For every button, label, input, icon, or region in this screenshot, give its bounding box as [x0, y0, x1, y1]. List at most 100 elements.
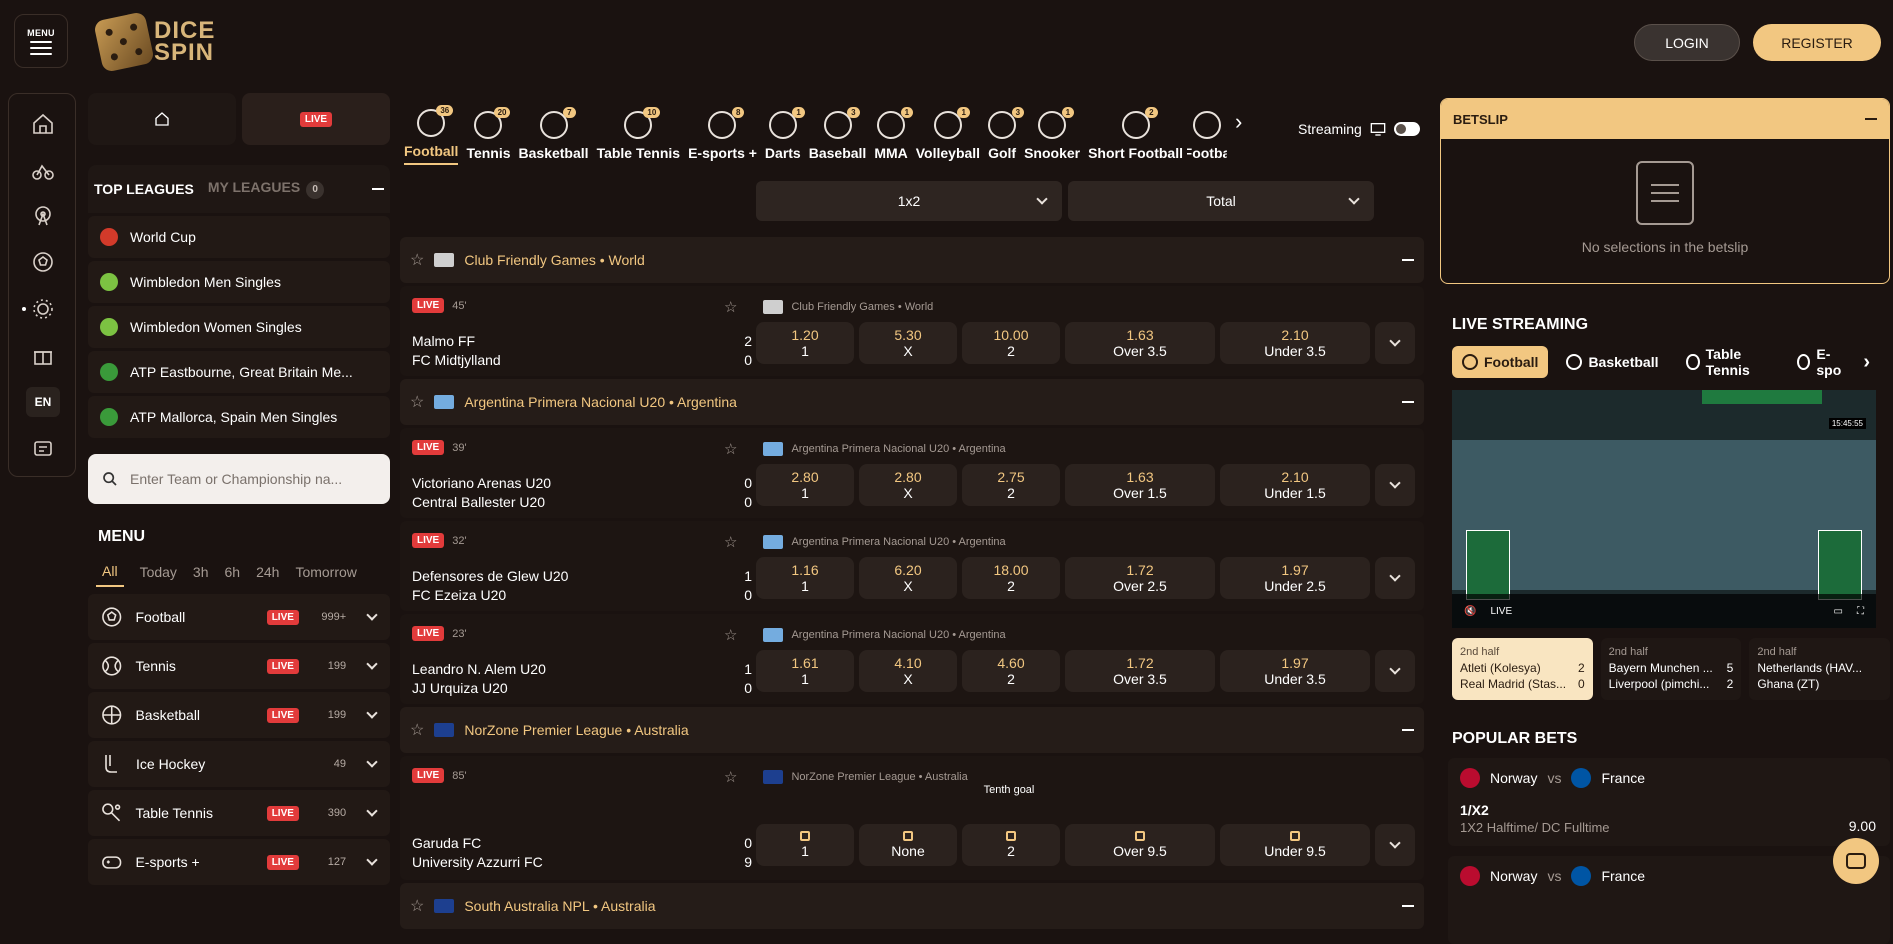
toggle-switch[interactable]: [1393, 122, 1420, 136]
league-group-header[interactable]: ☆ Club Friendly Games • World: [400, 237, 1424, 283]
sport-tab[interactable]: 10 Table Tennis: [593, 93, 685, 165]
home-tab[interactable]: [88, 93, 236, 145]
chat-button[interactable]: [1833, 838, 1879, 884]
top-league-item[interactable]: ATP Eastbourne, Great Britain Me...: [88, 351, 390, 393]
search-input[interactable]: [130, 471, 350, 487]
star-icon[interactable]: ☆: [410, 392, 424, 412]
odds-button[interactable]: 6.20 X: [859, 557, 957, 599]
odds-button[interactable]: 1.61 1: [756, 650, 854, 692]
sport-tab[interactable]: 8 E-sports +: [684, 93, 761, 165]
bet-odds[interactable]: 9.00: [1849, 818, 1876, 834]
star-icon[interactable]: ☆: [410, 896, 424, 916]
chat-support-icon[interactable]: [9, 432, 77, 468]
chevron-right-icon[interactable]: ›: [1863, 351, 1870, 374]
odds-button[interactable]: 2.80 X: [859, 464, 957, 506]
live-video-player[interactable]: 15:45:55 🔇 LIVE ▭ ⛶: [1452, 390, 1876, 628]
sun-icon[interactable]: [9, 291, 77, 327]
league-group-header[interactable]: ☆ Argentina Primera Nacional U20 • Argent…: [400, 379, 1424, 425]
betslip-header[interactable]: BETSLIP: [1441, 99, 1889, 139]
odds-button[interactable]: 1: [756, 824, 854, 866]
time-tab[interactable]: Today: [140, 564, 177, 580]
chevron-down-icon[interactable]: [366, 756, 378, 768]
menu-button[interactable]: MENU: [14, 14, 68, 68]
sport-menu-item[interactable]: Tennis LIVE 199: [88, 643, 390, 689]
mute-icon[interactable]: 🔇: [1464, 606, 1476, 617]
match-row[interactable]: LIVE 23' ☆ Argentina Primera Nacional U20 •…: [400, 614, 1424, 704]
stream-sport-tab[interactable]: Table Tennis: [1676, 346, 1779, 378]
star-icon[interactable]: ☆: [410, 250, 424, 270]
more-markets-button[interactable]: [1375, 650, 1415, 692]
market-select-total[interactable]: Total: [1068, 181, 1374, 221]
ferris-wheel-icon[interactable]: [9, 198, 77, 234]
stream-sport-tab[interactable]: Basketball: [1556, 346, 1668, 378]
chevron-down-icon[interactable]: [366, 805, 378, 817]
more-markets-button[interactable]: [1375, 464, 1415, 506]
odds-button[interactable]: None: [859, 824, 957, 866]
collapse-icon[interactable]: [1402, 401, 1414, 403]
stream-sport-tab[interactable]: Football: [1452, 346, 1549, 378]
more-markets-button[interactable]: [1375, 322, 1415, 364]
sport-tab[interactable]: Footba: [1187, 93, 1227, 165]
streaming-toggle[interactable]: Streaming: [1298, 121, 1420, 137]
odds-button[interactable]: 2.10 Under 3.5: [1220, 322, 1370, 364]
sport-menu-item[interactable]: Football LIVE 999+: [88, 594, 390, 640]
collapse-icon[interactable]: [1402, 259, 1414, 261]
more-markets-button[interactable]: [1375, 557, 1415, 599]
odds-button[interactable]: 2.80 1: [756, 464, 854, 506]
cycling-icon[interactable]: [9, 152, 77, 188]
odds-button[interactable]: 10.00 2: [962, 322, 1060, 364]
live-match-card[interactable]: 2nd half Atleti (Kolesya) 2 Real Madrid (St…: [1452, 638, 1593, 700]
top-leagues-tab[interactable]: TOP LEAGUES: [94, 181, 194, 197]
top-league-item[interactable]: Wimbledon Women Singles: [88, 306, 390, 348]
sport-tab[interactable]: 7 Basketball: [515, 93, 593, 165]
sport-menu-item[interactable]: Ice Hockey 49: [88, 741, 390, 787]
chevron-right-icon[interactable]: ›: [1235, 109, 1242, 135]
match-row[interactable]: LIVE 32' ☆ Argentina Primera Nacional U20 •…: [400, 521, 1424, 611]
star-icon[interactable]: ☆: [724, 768, 737, 786]
odds-button[interactable]: 1.16 1: [756, 557, 854, 599]
match-row[interactable]: LIVE 85' ☆ NorZone Premier League • Austral…: [400, 756, 1424, 880]
popular-bet-card[interactable]: Norway vs France: [1448, 856, 1890, 944]
top-league-item[interactable]: Wimbledon Men Singles: [88, 261, 390, 303]
odds-button[interactable]: Over 9.5: [1065, 824, 1215, 866]
live-match-card[interactable]: 2nd half Bayern Munchen ... 5 Liverpool (pi…: [1600, 638, 1742, 700]
match-row[interactable]: LIVE 39' ☆ Argentina Primera Nacional U20 •…: [400, 428, 1424, 518]
top-league-item[interactable]: World Cup: [88, 216, 390, 258]
pip-icon[interactable]: ▭: [1834, 606, 1843, 617]
collapse-icon[interactable]: [372, 188, 384, 190]
star-icon[interactable]: ☆: [410, 720, 424, 740]
live-tab[interactable]: LIVE: [242, 93, 390, 145]
popular-bet-card[interactable]: Norway vs France 1/X2 1X2 Halftime/ DC Fullt…: [1448, 758, 1890, 846]
star-icon[interactable]: ☆: [724, 626, 737, 644]
sport-tab[interactable]: 1 Volleyball: [912, 93, 984, 165]
login-button[interactable]: LOGIN: [1634, 24, 1740, 61]
odds-button[interactable]: 1.63 Over 1.5: [1065, 464, 1215, 506]
my-leagues-tab[interactable]: MY LEAGUES 0: [208, 179, 325, 199]
register-button[interactable]: REGISTER: [1753, 24, 1881, 61]
odds-button[interactable]: 1.97 Under 3.5: [1220, 650, 1370, 692]
odds-button[interactable]: 1.72 Over 2.5: [1065, 557, 1215, 599]
home-icon[interactable]: [9, 106, 77, 142]
league-group-header[interactable]: ☆ NorZone Premier League • Australia: [400, 707, 1424, 753]
chevron-down-icon[interactable]: [366, 658, 378, 670]
language-button[interactable]: EN: [26, 387, 60, 417]
time-tab[interactable]: Tomorrow: [295, 564, 356, 580]
sport-tab[interactable]: 1 Snooker: [1020, 93, 1084, 165]
star-icon[interactable]: ☆: [724, 298, 737, 316]
time-tab[interactable]: 24h: [256, 564, 279, 580]
gift-icon[interactable]: [9, 337, 77, 373]
sport-tab[interactable]: 1 Darts: [761, 93, 805, 165]
chevron-down-icon[interactable]: [366, 609, 378, 621]
sport-tab[interactable]: 1 MMA: [870, 93, 914, 165]
collapse-icon[interactable]: [1402, 905, 1414, 907]
league-group-header[interactable]: ☆ South Australia NPL • Australia: [400, 883, 1424, 929]
star-icon[interactable]: ☆: [724, 533, 737, 551]
odds-button[interactable]: 1.72 Over 3.5: [1065, 650, 1215, 692]
odds-button[interactable]: 2: [962, 824, 1060, 866]
collapse-icon[interactable]: [1865, 118, 1877, 120]
odds-button[interactable]: 5.30 X: [859, 322, 957, 364]
sport-tab[interactable]: 36 Football: [400, 93, 462, 165]
sport-menu-item[interactable]: E-sports + LIVE 127: [88, 839, 390, 885]
time-tab[interactable]: 6h: [225, 564, 241, 580]
odds-button[interactable]: 1.97 Under 2.5: [1220, 557, 1370, 599]
